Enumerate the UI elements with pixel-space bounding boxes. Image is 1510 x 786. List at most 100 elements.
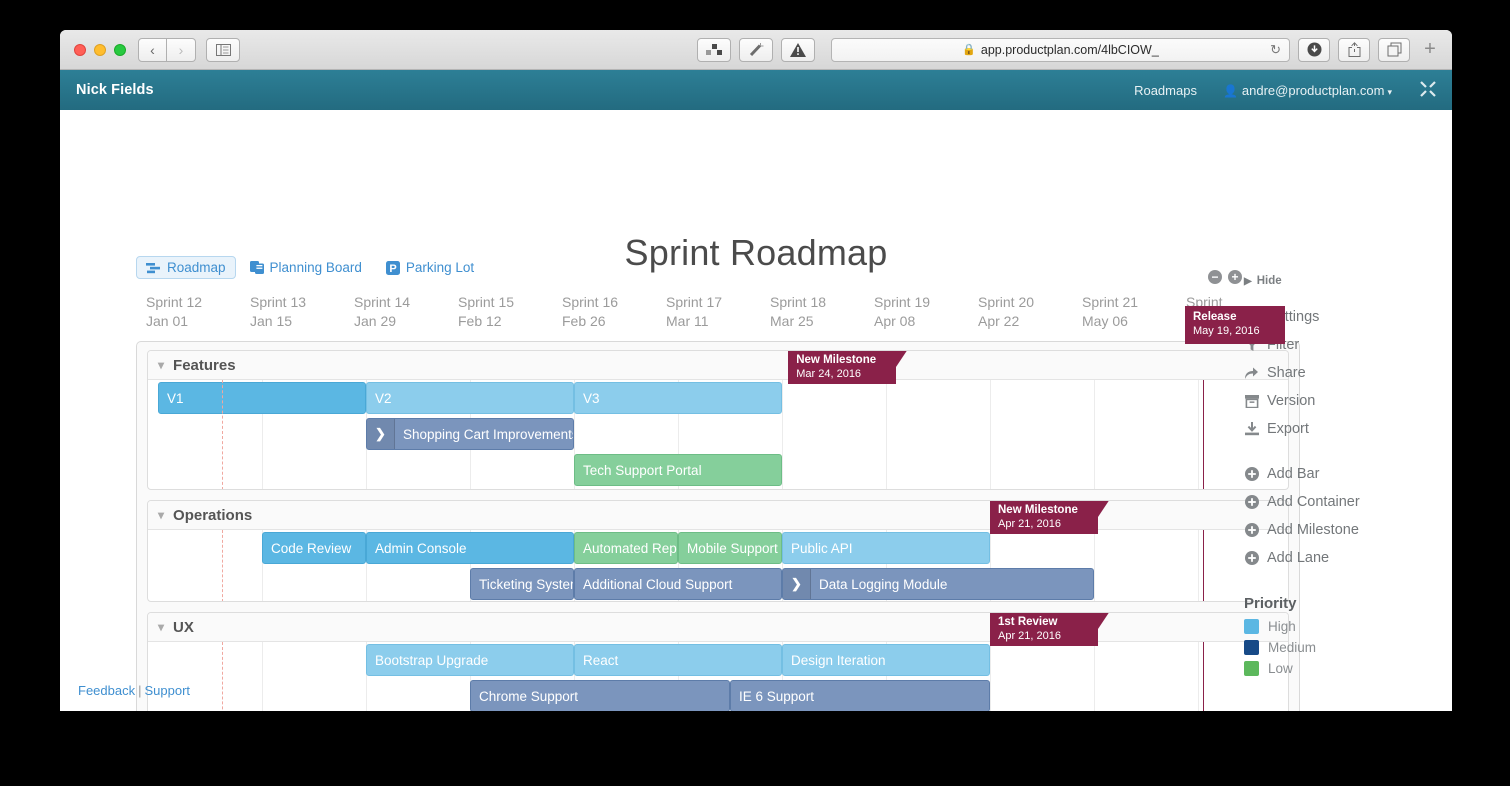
warning-triangle-icon: [790, 43, 806, 57]
timeline-sprint-date: Jan 15: [250, 312, 306, 331]
timeline-sprint-date: Feb 26: [562, 312, 618, 331]
milestone-flag[interactable]: New MilestoneApr 21, 2016: [990, 500, 1098, 534]
chevron-right-icon[interactable]: ❯: [367, 419, 395, 449]
timeline-column: Sprint 21May 06: [1082, 293, 1138, 331]
navigation-buttons: ‹ ›: [138, 38, 196, 62]
roadmap-bar[interactable]: Admin Console: [366, 532, 574, 564]
roadmap-bar[interactable]: Mobile Support: [678, 532, 782, 564]
chevron-down-icon[interactable]: ▾: [158, 358, 164, 372]
bar-label: Admin Console: [375, 541, 467, 556]
support-link[interactable]: Support: [144, 683, 190, 698]
roadmap-bar[interactable]: Additional Cloud Support: [574, 568, 782, 600]
bar-label: Chrome Support: [479, 689, 578, 704]
roadmap-bar[interactable]: Design Iteration: [782, 644, 990, 676]
feedback-link[interactable]: Feedback: [78, 683, 135, 698]
grid-line: [1198, 530, 1199, 602]
timeline-sprint-name: Sprint 13: [250, 293, 306, 312]
tab-overview-button[interactable]: [697, 38, 731, 62]
extension-button[interactable]: [739, 38, 773, 62]
sidebar-item-add-container[interactable]: Add Container: [1244, 494, 1434, 510]
swimlane-header[interactable]: ▾ UX: [148, 613, 1288, 642]
roadmap-bar[interactable]: Tech Support Portal: [574, 454, 782, 486]
swimlane-title: UX: [173, 619, 194, 636]
account-menu[interactable]: 👤andre@productplan.com▾: [1223, 83, 1392, 98]
view-tabs: Roadmap Planning Board P: [136, 256, 484, 279]
nav-roadmaps[interactable]: Roadmaps: [1134, 83, 1197, 98]
sidebar-item-share-label: Share: [1267, 365, 1306, 381]
tab-planning-board[interactable]: Planning Board: [240, 256, 372, 279]
sidebar-item-add-milestone[interactable]: Add Milestone: [1244, 522, 1434, 538]
timeline-sprint-name: Sprint 20: [978, 293, 1034, 312]
roadmap-bar[interactable]: Chrome Support: [470, 680, 730, 711]
timeline-column: Sprint 15Feb 12: [458, 293, 514, 331]
roadmap-container-bar[interactable]: ❯Shopping Cart Improvements: [366, 418, 574, 450]
sidebar-item-add-lane[interactable]: Add Lane: [1244, 550, 1434, 566]
priority-label: Medium: [1268, 640, 1316, 655]
zoom-out-button[interactable]: −: [1208, 270, 1222, 284]
chevron-down-icon[interactable]: ▾: [158, 620, 164, 634]
roadmap-bar[interactable]: Code Review: [262, 532, 366, 564]
fullscreen-button[interactable]: [1420, 81, 1436, 100]
today-line: [222, 380, 223, 490]
timeline-sprint-date: Jan 29: [354, 312, 410, 331]
sidebar-item-share[interactable]: Share: [1244, 365, 1434, 381]
roadmap-bar[interactable]: V3: [574, 382, 782, 414]
sidebar-item-add-bar[interactable]: Add Bar: [1244, 466, 1434, 482]
roadmap-container-bar[interactable]: ❯Data Logging Module: [782, 568, 1094, 600]
maximize-window-button[interactable]: [114, 44, 126, 56]
forward-button[interactable]: ›: [167, 38, 196, 62]
tab-parking-lot[interactable]: P Parking Lot: [376, 256, 484, 279]
zoom-in-button[interactable]: +: [1228, 270, 1242, 284]
sidebar-item-export-label: Export: [1267, 421, 1309, 437]
roadmap-bar[interactable]: Bootstrap Upgrade: [366, 644, 574, 676]
warning-button[interactable]: [781, 38, 815, 62]
milestone-date: Apr 21, 2016: [998, 517, 1090, 531]
bar-label: Bootstrap Upgrade: [375, 653, 488, 668]
milestone-flag[interactable]: New MilestoneMar 24, 2016: [788, 350, 896, 384]
new-tab-button[interactable]: +: [1416, 36, 1444, 64]
roadmap-bar[interactable]: Public API: [782, 532, 990, 564]
priority-legend-title: Priority: [1244, 595, 1434, 612]
roadmap-bar[interactable]: React: [574, 644, 782, 676]
milestone-date: Apr 21, 2016: [998, 629, 1090, 643]
swimlane-header[interactable]: ▾Features: [148, 351, 1288, 380]
downloads-button[interactable]: [1298, 38, 1330, 62]
roadmap-bar[interactable]: IE 6 Support: [730, 680, 990, 711]
roadmap-bar[interactable]: V2: [366, 382, 574, 414]
sidebar-item-version[interactable]: Version: [1244, 393, 1434, 409]
timeline-sprint-date: Apr 08: [874, 312, 930, 331]
sidebar-item-export[interactable]: Export: [1244, 421, 1434, 437]
timeline-sprint-name: Sprint 19: [874, 293, 930, 312]
reload-button[interactable]: ↻: [1270, 42, 1281, 58]
minimize-window-button[interactable]: [94, 44, 106, 56]
milestone-date: Mar 24, 2016: [796, 367, 888, 381]
chevron-down-icon[interactable]: ▾: [158, 508, 164, 522]
priority-legend-row: High: [1244, 619, 1434, 634]
roadmap-bar[interactable]: Ticketing System: [470, 568, 574, 600]
show-tabs-button[interactable]: [1378, 38, 1410, 62]
download-icon: [1244, 422, 1259, 436]
share-button[interactable]: [1338, 38, 1370, 62]
chevron-right-icon[interactable]: ❯: [783, 569, 811, 599]
bar-label: V3: [583, 391, 600, 406]
swimlane-body: V1V2 V3 ❯Shopping Cart ImprovementsTech Su…: [148, 380, 1288, 490]
close-window-button[interactable]: [74, 44, 86, 56]
address-bar[interactable]: 🔒 app.productplan.com/4lbCIOW_ ↻: [831, 38, 1290, 62]
sidebar-item-add-container-label: Add Container: [1267, 494, 1360, 510]
hide-sidebar-button[interactable]: ▶Hide: [1244, 275, 1434, 287]
release-milestone[interactable]: ReleaseMay 19, 2016: [1185, 306, 1285, 344]
swimlane-body: Code Review Admin Console Automated Report…: [148, 530, 1288, 602]
milestone-flag[interactable]: 1st ReviewApr 21, 2016: [990, 612, 1098, 646]
roadmap-bar[interactable]: V1: [158, 382, 366, 414]
tab-parking-lot-label: Parking Lot: [406, 260, 474, 275]
priority-color-swatch: [1244, 640, 1259, 655]
tab-roadmap[interactable]: Roadmap: [136, 256, 236, 279]
magic-wand-icon: [748, 42, 765, 58]
sidebar-toggle-button[interactable]: [206, 38, 240, 62]
account-email: andre@productplan.com: [1242, 83, 1385, 98]
roadmap-bar[interactable]: Automated Reporting: [574, 532, 678, 564]
timeline-header: Sprint 12Jan 01Sprint 13Jan 15Sprint 14J…: [136, 293, 1226, 323]
back-button[interactable]: ‹: [138, 38, 167, 62]
swimlane-header[interactable]: ▾Operations: [148, 501, 1288, 530]
timeline-sprint-date: Feb 12: [458, 312, 514, 331]
